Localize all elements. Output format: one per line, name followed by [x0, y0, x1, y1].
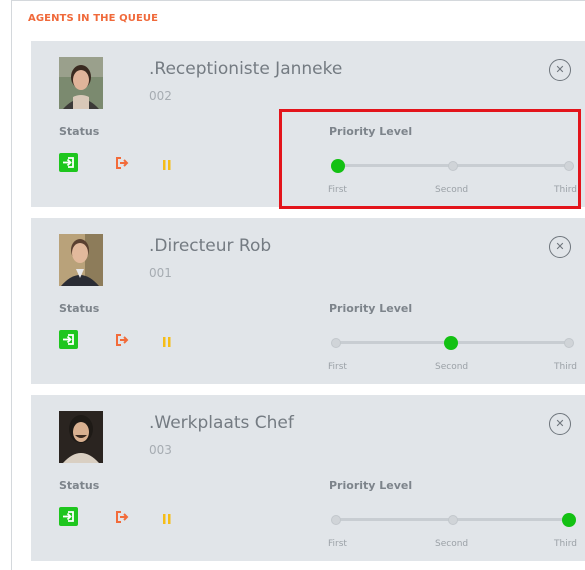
priority-dot-second[interactable] — [448, 514, 458, 525]
agent-name: .Directeur Rob — [149, 236, 272, 256]
pause-icon — [163, 514, 171, 524]
logout-button[interactable] — [115, 509, 129, 523]
logout-button[interactable] — [115, 155, 129, 169]
agent-name: .Werkplaats Chef — [149, 413, 294, 433]
priority-tick-third: Third — [554, 539, 577, 549]
logout-icon — [116, 157, 129, 169]
close-icon[interactable]: ✕ — [549, 236, 571, 258]
agent-extension: 002 — [149, 89, 172, 103]
close-icon[interactable]: ✕ — [549, 59, 571, 81]
status-label: Status — [59, 125, 100, 138]
priority-tick-third: Third — [554, 362, 577, 372]
priority-slider[interactable] — [331, 512, 576, 527]
avatar — [59, 234, 103, 286]
pause-icon — [163, 337, 171, 347]
priority-dot-third[interactable] — [564, 337, 574, 348]
status-label: Status — [59, 479, 100, 492]
login-icon — [63, 334, 74, 345]
status-label: Status — [59, 302, 100, 315]
highlight-box — [279, 109, 581, 209]
login-icon — [63, 157, 74, 168]
logout-button[interactable] — [115, 332, 129, 346]
login-button[interactable] — [59, 330, 78, 349]
avatar — [59, 57, 103, 109]
avatar — [59, 411, 103, 463]
agent-extension: 003 — [149, 443, 172, 457]
agent-name: .Receptioniste Janneke — [149, 59, 343, 79]
pause-button[interactable] — [162, 333, 172, 347]
panel-header: AGENTS IN THE QUEUE — [28, 13, 159, 24]
priority-tick-second: Second — [435, 362, 469, 372]
priority-tick-first: First — [328, 539, 347, 549]
logout-icon — [116, 511, 129, 523]
login-icon — [63, 511, 74, 522]
priority-dot-first[interactable] — [331, 514, 341, 525]
pause-button[interactable] — [162, 156, 172, 170]
pause-icon — [163, 160, 171, 170]
agent-extension: 001 — [149, 266, 172, 280]
priority-tick-first: First — [328, 362, 347, 372]
agents-panel: AGENTS IN THE QUEUE .Receptioniste Janne… — [11, 0, 585, 570]
priority-tick-second: Second — [435, 539, 469, 549]
priority-label: Priority Level — [329, 479, 413, 492]
priority-label: Priority Level — [329, 302, 413, 315]
login-button[interactable] — [59, 153, 78, 172]
close-icon[interactable]: ✕ — [549, 413, 571, 435]
agent-card: .Werkplaats Chef 003 ✕ Status Priority L… — [31, 395, 585, 561]
priority-dot-first[interactable] — [331, 337, 341, 348]
priority-dot-third[interactable] — [562, 512, 576, 527]
login-button[interactable] — [59, 507, 78, 526]
logout-icon — [116, 334, 129, 346]
agent-card: .Directeur Rob 001 ✕ Status Priority Lev… — [31, 218, 585, 384]
priority-dot-second[interactable] — [444, 335, 458, 350]
priority-slider[interactable] — [331, 335, 574, 350]
pause-button[interactable] — [162, 510, 172, 524]
